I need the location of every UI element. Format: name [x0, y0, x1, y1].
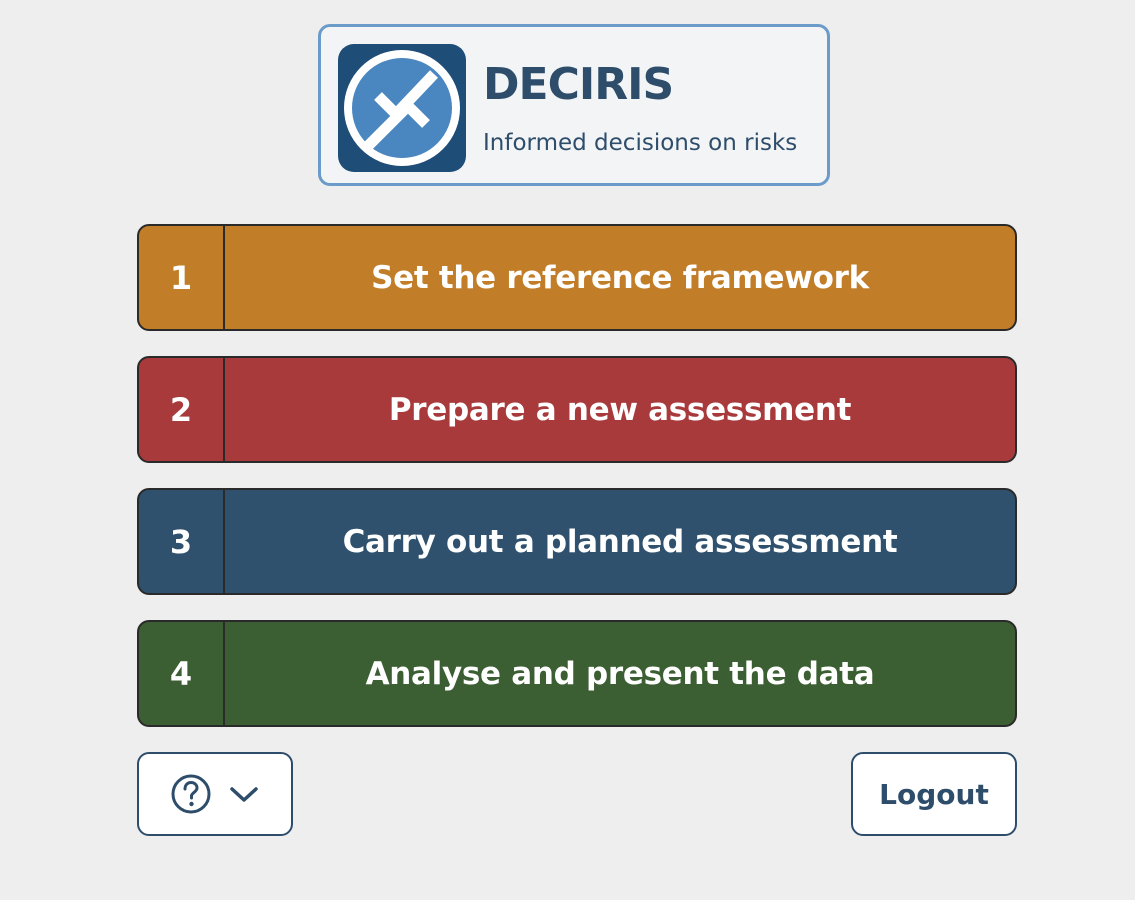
deciris-logo-icon	[338, 44, 466, 172]
step-label: Set the reference framework	[371, 259, 869, 296]
help-menu-button[interactable]	[137, 752, 293, 836]
step-label: Analyse and present the data	[365, 655, 875, 692]
step-1-button[interactable]: 1 Set the reference framework	[137, 224, 1017, 331]
brand-title: DECIRIS	[483, 59, 674, 110]
logo-banner: DECIRIS Informed decisions on risks	[318, 24, 830, 186]
step-2-button[interactable]: 2 Prepare a new assessment	[137, 356, 1017, 463]
step-number: 2	[139, 358, 225, 461]
step-number: 4	[139, 622, 225, 725]
step-3-button[interactable]: 3 Carry out a planned assessment	[137, 488, 1017, 595]
brand-tagline: Informed decisions on risks	[483, 130, 798, 156]
step-label: Carry out a planned assessment	[342, 523, 898, 560]
step-number: 3	[139, 490, 225, 593]
chevron-down-icon	[230, 787, 258, 802]
question-circle-icon	[171, 774, 211, 814]
logout-button[interactable]: Logout	[851, 752, 1017, 836]
step-number: 1	[139, 226, 225, 329]
step-label: Prepare a new assessment	[388, 391, 852, 428]
step-4-button[interactable]: 4 Analyse and present the data	[137, 620, 1017, 727]
